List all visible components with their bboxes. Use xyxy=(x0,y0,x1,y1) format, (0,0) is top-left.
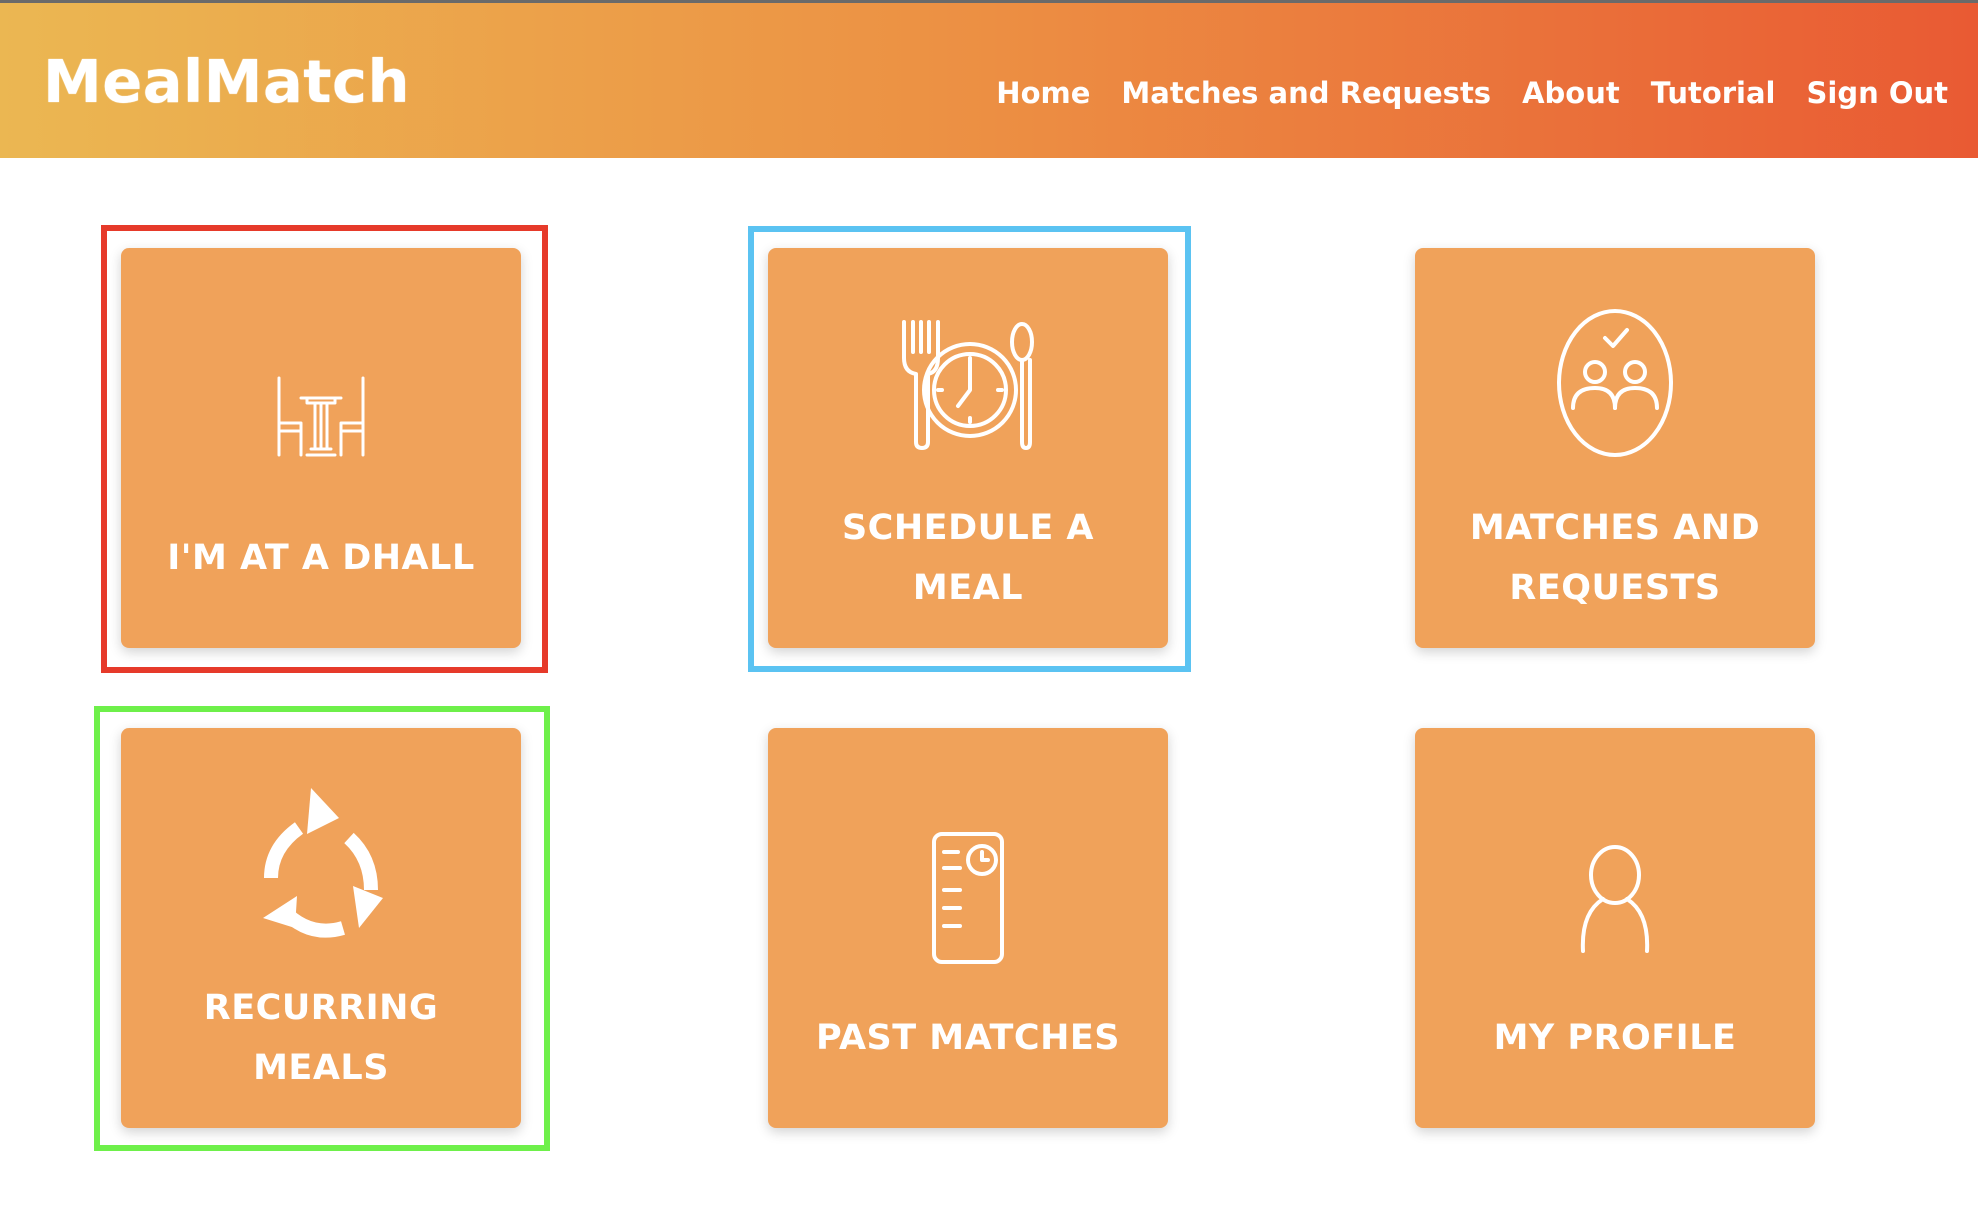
dining-table-icon xyxy=(277,376,365,457)
my-profile-tile[interactable]: MY PROFILE xyxy=(1415,728,1815,1128)
person-icon xyxy=(1580,845,1650,953)
schedule-meal-tile-label: SCHEDULE A MEAL xyxy=(841,508,1095,608)
my-profile-tile-label: MY PROFILE xyxy=(1493,1018,1737,1058)
recurring-meals-tile[interactable]: RECURRING MEALS xyxy=(121,728,521,1128)
past-matches-tile[interactable]: PAST MATCHES xyxy=(768,728,1168,1128)
recurring-arrows-icon xyxy=(263,788,383,938)
people-check-icon xyxy=(1557,309,1673,457)
main-nav: Home Matches and Requests About Tutorial… xyxy=(996,73,1948,113)
schedule-meal-tile[interactable]: SCHEDULE A MEAL xyxy=(768,248,1168,648)
matches-requests-tile[interactable]: MATCHES AND REQUESTS xyxy=(1415,248,1815,648)
nav-tutorial[interactable]: Tutorial xyxy=(1651,73,1776,113)
meal-clock-icon xyxy=(902,320,1034,450)
matches-requests-tile-label: MATCHES AND REQUESTS xyxy=(1469,508,1761,608)
nav-sign-out[interactable]: Sign Out xyxy=(1807,73,1949,113)
nav-home[interactable]: Home xyxy=(996,73,1090,113)
brand-logo[interactable]: MealMatch xyxy=(43,47,410,117)
dhall-tile-label: I'M AT A DHALL xyxy=(167,538,475,578)
nav-about[interactable]: About xyxy=(1522,73,1620,113)
top-navbar: MealMatch Home Matches and Requests Abou… xyxy=(0,3,1978,158)
nav-matches-and-requests[interactable]: Matches and Requests xyxy=(1121,73,1491,113)
recurring-meals-tile-label: RECURRING MEALS xyxy=(203,988,439,1088)
past-matches-tile-label: PAST MATCHES xyxy=(816,1018,1120,1058)
dhall-tile[interactable]: I'M AT A DHALL xyxy=(121,248,521,648)
history-document-icon xyxy=(932,832,1004,964)
